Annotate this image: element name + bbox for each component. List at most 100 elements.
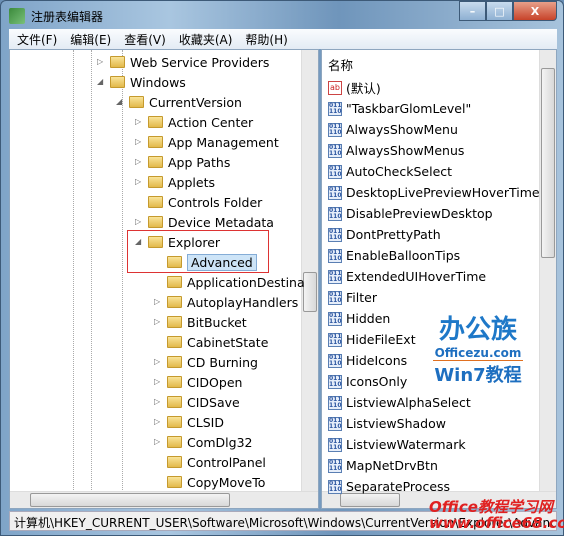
title-bar: 注册表编辑器 — [9, 7, 103, 25]
tree-item[interactable]: ApplicationDestina — [167, 272, 305, 292]
value-name: ListviewWatermark — [346, 437, 466, 452]
value-item[interactable]: 011 110 AutoCheckSelect — [328, 161, 452, 182]
menu-bar: 文件(F) 编辑(E) 查看(V) 收藏夹(A) 帮助(H) — [9, 29, 557, 49]
folder-icon — [167, 296, 182, 308]
expand-arrow-icon[interactable]: ▷ — [154, 357, 160, 366]
expand-arrow-icon[interactable]: ▷ — [154, 437, 160, 446]
tree-item-label: CabinetState — [187, 334, 269, 350]
tree-item[interactable]: CurrentVersion — [129, 92, 242, 112]
tree-item[interactable]: AutoplayHandlers — [167, 292, 298, 312]
menu-help[interactable]: 帮助(H) — [245, 31, 287, 48]
folder-icon — [110, 76, 125, 88]
expand-arrow-icon[interactable]: ▷ — [135, 117, 141, 126]
watermark-office68: Office教程学习网www.office68.com — [429, 498, 564, 532]
binary-value-icon: 011 110 — [328, 227, 342, 242]
value-item[interactable]: 011 110 "TaskbarGlomLevel" — [328, 98, 471, 119]
binary-value-icon: 011 110 — [328, 395, 342, 410]
registry-tree[interactable]: ▷ Web Service Providers ◢ Windows ◢ CurrentVe… — [9, 49, 319, 509]
tree-item-label: ComDlg32 — [187, 434, 253, 450]
list-vertical-scrollbar[interactable] — [539, 50, 556, 492]
minimize-button[interactable]: – — [459, 1, 486, 21]
folder-icon — [167, 316, 182, 328]
menu-edit[interactable]: 编辑(E) — [70, 31, 111, 48]
value-item[interactable]: 011 110 Filter — [328, 287, 377, 308]
scroll-thumb[interactable] — [541, 68, 555, 258]
tree-item[interactable]: Applets — [148, 172, 215, 192]
binary-value-icon: 011 110 — [328, 332, 342, 347]
scroll-thumb[interactable] — [30, 493, 230, 507]
tree-item-label: CIDSave — [187, 394, 240, 410]
expand-arrow-icon[interactable]: ◢ — [97, 77, 103, 86]
binary-value-icon: 011 110 — [328, 185, 342, 200]
value-item[interactable]: 011 110 HideIcons — [328, 350, 407, 371]
maximize-button[interactable]: □ — [486, 1, 513, 21]
value-item[interactable]: 011 110 DontPrettyPath — [328, 224, 441, 245]
tree-item[interactable]: Controls Folder — [148, 192, 262, 212]
folder-icon — [148, 216, 163, 228]
tree-item[interactable]: App Paths — [148, 152, 230, 172]
expand-arrow-icon[interactable]: ▷ — [135, 177, 141, 186]
expand-arrow-icon[interactable]: ▷ — [97, 57, 103, 66]
value-item[interactable]: 011 110 ListviewAlphaSelect — [328, 392, 471, 413]
expand-arrow-icon[interactable]: ◢ — [116, 97, 122, 106]
value-item[interactable]: 011 110 DesktopLivePreviewHoverTime — [328, 182, 540, 203]
value-item[interactable]: 011 110 IconsOnly — [328, 371, 407, 392]
scroll-thumb[interactable] — [303, 272, 317, 312]
tree-item[interactable]: ControlPanel — [167, 452, 266, 472]
menu-favorites[interactable]: 收藏夹(A) — [179, 31, 233, 48]
expand-arrow-icon[interactable]: ▷ — [154, 317, 160, 326]
value-item[interactable]: ab (默认) — [328, 77, 381, 98]
expand-arrow-icon[interactable]: ▷ — [154, 297, 160, 306]
close-button[interactable]: X — [513, 1, 557, 21]
value-item[interactable]: 011 110 MapNetDrvBtn — [328, 455, 438, 476]
tree-item-label: Windows — [130, 74, 186, 90]
tree-item[interactable]: CabinetState — [167, 332, 268, 352]
tree-item[interactable]: Action Center — [148, 112, 253, 132]
tree-item[interactable]: BitBucket — [167, 312, 247, 332]
binary-value-icon: 011 110 — [328, 437, 342, 452]
folder-icon — [167, 376, 182, 388]
binary-value-icon: 011 110 — [328, 290, 342, 305]
folder-icon — [167, 396, 182, 408]
value-name: Filter — [346, 290, 377, 305]
tree-item[interactable]: ComDlg32 — [167, 432, 253, 452]
expand-arrow-icon[interactable]: ▷ — [135, 217, 141, 226]
value-item[interactable]: 011 110 SeparateProcess — [328, 476, 450, 497]
value-item[interactable]: 011 110 ListviewWatermark — [328, 434, 466, 455]
tree-item[interactable]: CD Burning — [167, 352, 258, 372]
tree-item[interactable]: Web Service Providers — [110, 52, 269, 72]
column-header-name[interactable]: 名称 — [328, 54, 353, 75]
menu-view[interactable]: 查看(V) — [124, 31, 166, 48]
value-item[interactable]: 011 110 AlwaysShowMenus — [328, 140, 464, 161]
value-item[interactable]: 011 110 EnableBalloonTips — [328, 245, 460, 266]
value-item[interactable]: 011 110 Hidden — [328, 308, 390, 329]
value-item[interactable]: 011 110 ExtendedUIHoverTime — [328, 266, 486, 287]
expand-arrow-icon[interactable]: ▷ — [154, 417, 160, 426]
value-item[interactable]: 011 110 HideFileExt — [328, 329, 416, 350]
expand-arrow-icon[interactable]: ▷ — [154, 397, 160, 406]
expand-arrow-icon[interactable]: ▷ — [154, 377, 160, 386]
values-list[interactable]: 名称 ab (默认) 011 110 "TaskbarGlomLevel" 011 110 A… — [321, 49, 557, 509]
tree-item[interactable]: App Management — [148, 132, 279, 152]
tree-vertical-scrollbar[interactable] — [301, 50, 318, 492]
tree-horizontal-scrollbar[interactable] — [10, 491, 318, 508]
binary-value-icon: 011 110 — [328, 101, 342, 116]
value-item[interactable]: 011 110 ListviewShadow — [328, 413, 446, 434]
expand-arrow-icon[interactable]: ▷ — [135, 137, 141, 146]
value-item[interactable]: 011 110 AlwaysShowMenu — [328, 119, 458, 140]
tree-item[interactable]: CopyMoveTo — [167, 472, 265, 492]
value-name: MapNetDrvBtn — [346, 458, 438, 473]
binary-value-icon: 011 110 — [328, 248, 342, 263]
tree-item[interactable]: CIDOpen — [167, 372, 242, 392]
binary-value-icon: 011 110 — [328, 353, 342, 368]
tree-item-label: Controls Folder — [168, 194, 263, 210]
tree-item[interactable]: CLSID — [167, 412, 224, 432]
value-name: HideFileExt — [346, 332, 416, 347]
value-item[interactable]: 011 110 DisablePreviewDesktop — [328, 203, 493, 224]
watermark-officezu: 办公族 Officezu.com Win7教程 — [433, 315, 523, 386]
tree-item[interactable]: Windows — [110, 72, 186, 92]
menu-file[interactable]: 文件(F) — [17, 31, 57, 48]
tree-item[interactable]: CIDSave — [167, 392, 240, 412]
expand-arrow-icon[interactable]: ▷ — [135, 157, 141, 166]
tree-item[interactable]: Device Metadata — [148, 212, 274, 232]
